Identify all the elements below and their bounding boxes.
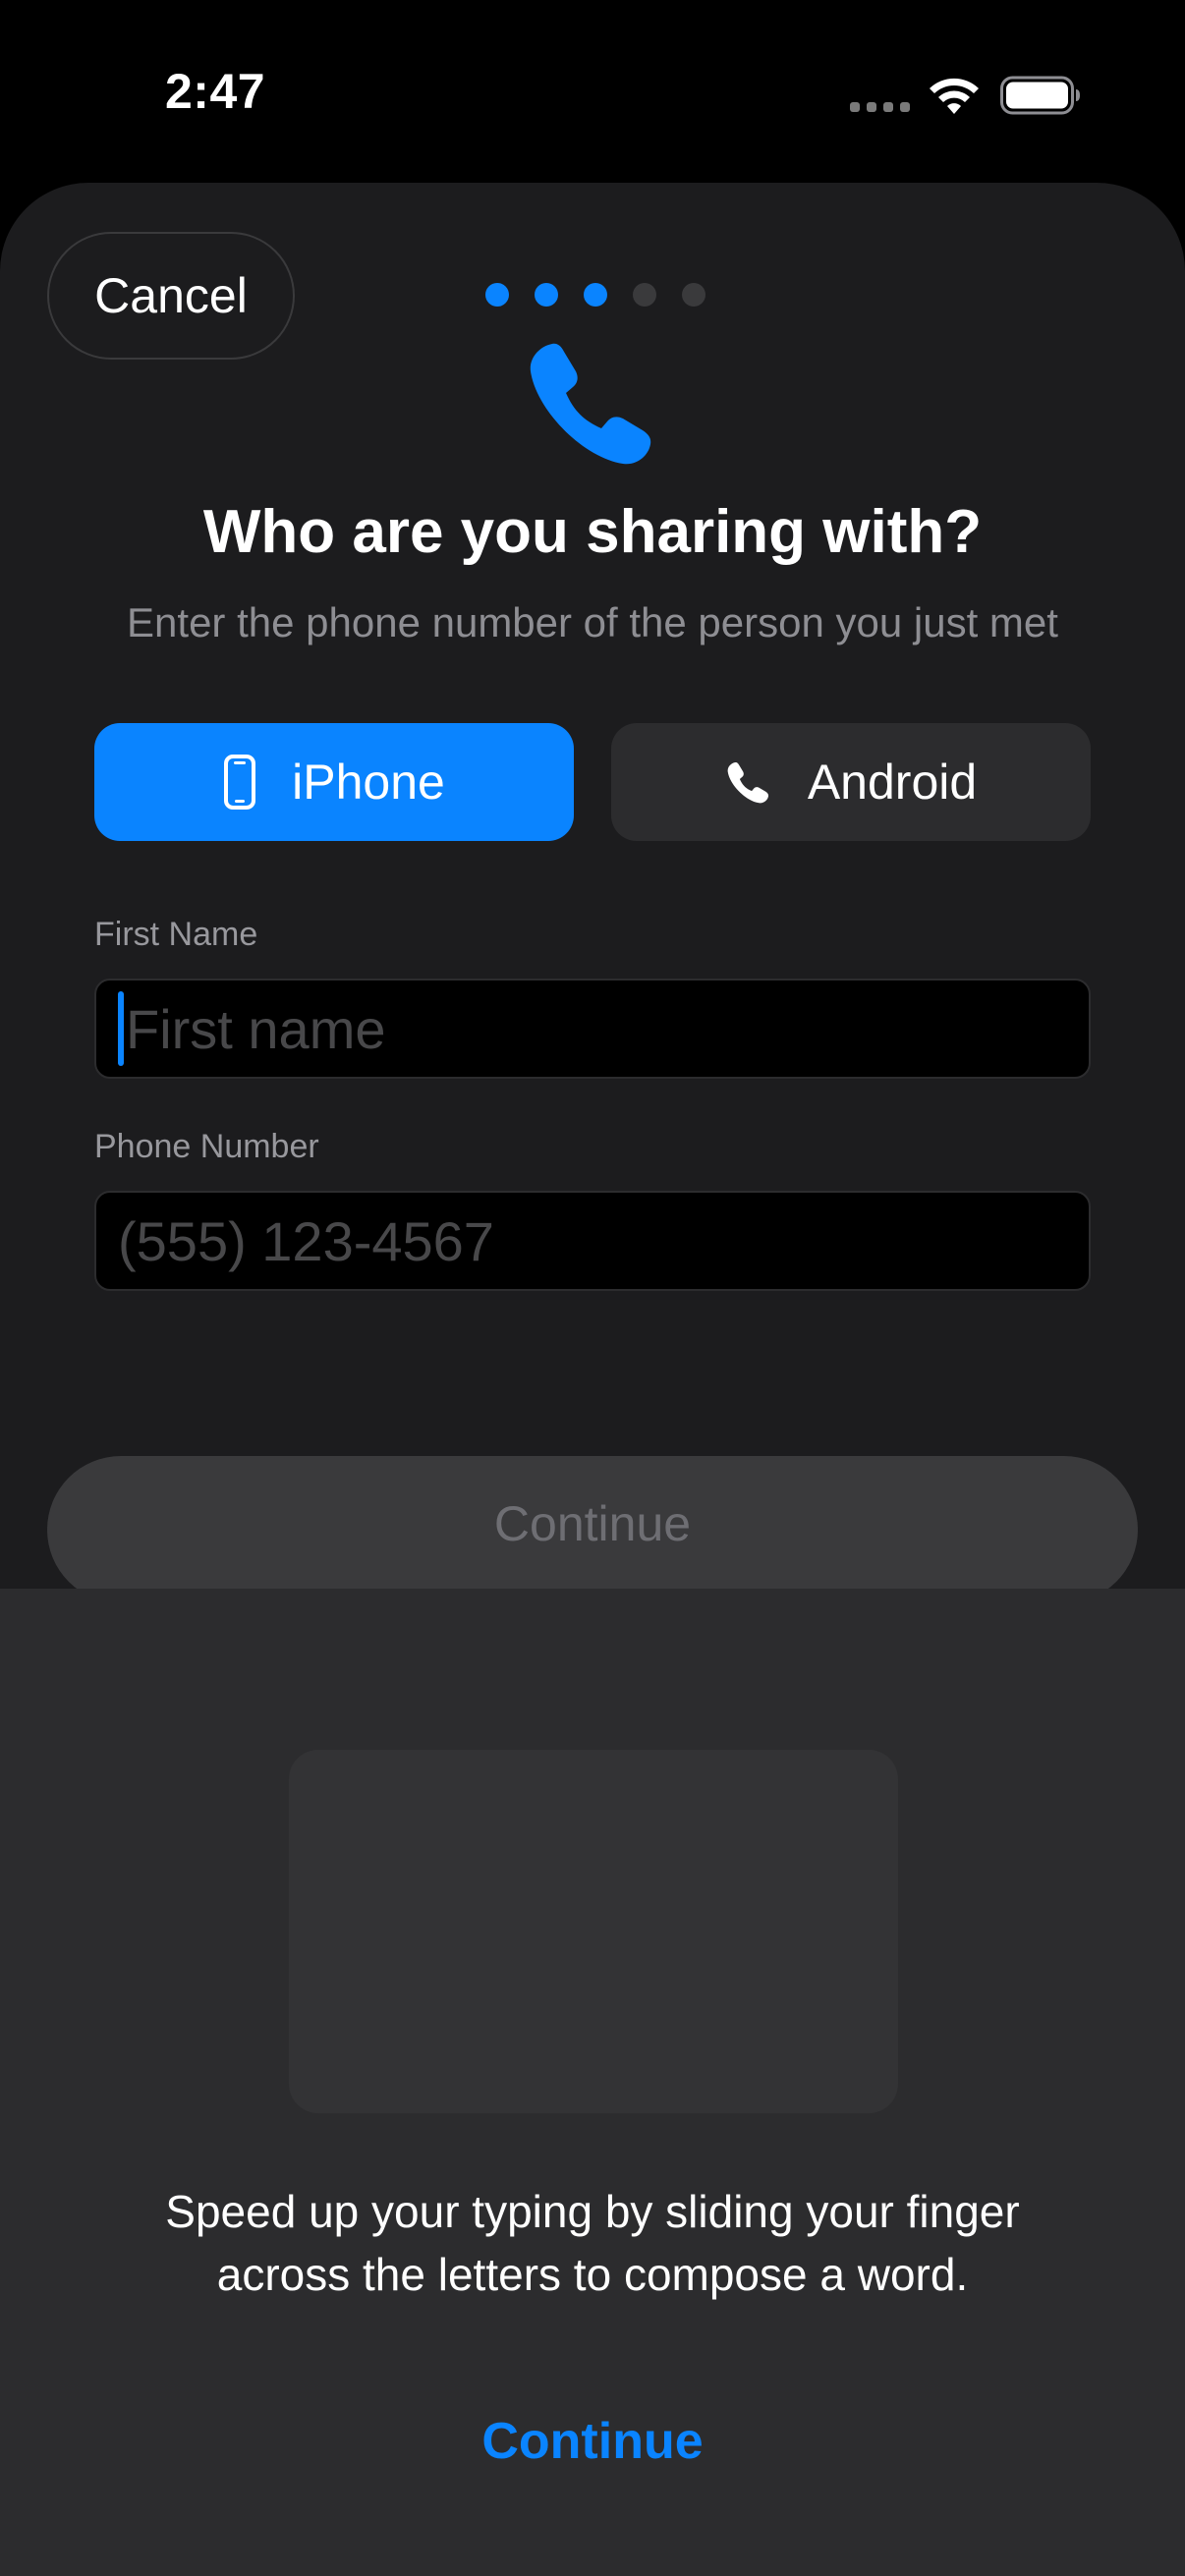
keyboard-tip-line-2: across the letters to compose a word. — [216, 2249, 969, 2300]
screen: 2:47 Cancel Who are you sharing with? En… — [0, 0, 1185, 2576]
android-option-button[interactable]: Android — [611, 723, 1091, 841]
continue-button-disabled[interactable]: Continue — [47, 1456, 1138, 1603]
slide-to-type-demo — [289, 1750, 898, 2113]
first-name-label: First Name — [94, 916, 258, 953]
phone-number-field[interactable] — [94, 1191, 1091, 1291]
keyboard-tip-line-1: Speed up your typing by sliding your fin… — [165, 2186, 1020, 2237]
step-dot-1 — [485, 283, 509, 307]
step-indicator — [485, 283, 705, 307]
text-cursor — [118, 991, 124, 1066]
status-time: 2:47 — [165, 64, 266, 119]
page-subtitle: Enter the phone number of the person you… — [127, 599, 1058, 645]
iphone-option-button[interactable]: iPhone — [94, 723, 574, 841]
first-name-input[interactable] — [126, 996, 1089, 1061]
iphone-icon — [224, 755, 256, 810]
step-dot-2 — [535, 283, 558, 307]
keyboard-tip-panel: Speed up your typing by sliding your fin… — [0, 1589, 1185, 2576]
cancel-button[interactable]: Cancel — [47, 232, 295, 360]
battery-icon — [1000, 76, 1080, 115]
phone-icon — [530, 343, 651, 465]
iphone-option-label: iPhone — [292, 755, 445, 810]
step-dot-5 — [682, 283, 705, 307]
keyboard-tip-continue-button[interactable]: Continue — [0, 2412, 1185, 2471]
phone-icon — [727, 761, 768, 804]
first-name-field[interactable] — [94, 979, 1091, 1079]
step-dot-3 — [584, 283, 607, 307]
status-bar: 2:47 — [0, 0, 1185, 187]
cellular-signal-icon — [850, 102, 910, 112]
step-dot-4 — [633, 283, 656, 307]
phone-number-input[interactable] — [118, 1208, 1089, 1273]
keyboard-tip-text: Speed up your typing by sliding your fin… — [0, 2180, 1185, 2306]
phone-number-label: Phone Number — [94, 1128, 319, 1165]
page-title: Who are you sharing with? — [202, 498, 983, 566]
wifi-icon — [930, 78, 979, 114]
android-option-label: Android — [807, 755, 978, 810]
